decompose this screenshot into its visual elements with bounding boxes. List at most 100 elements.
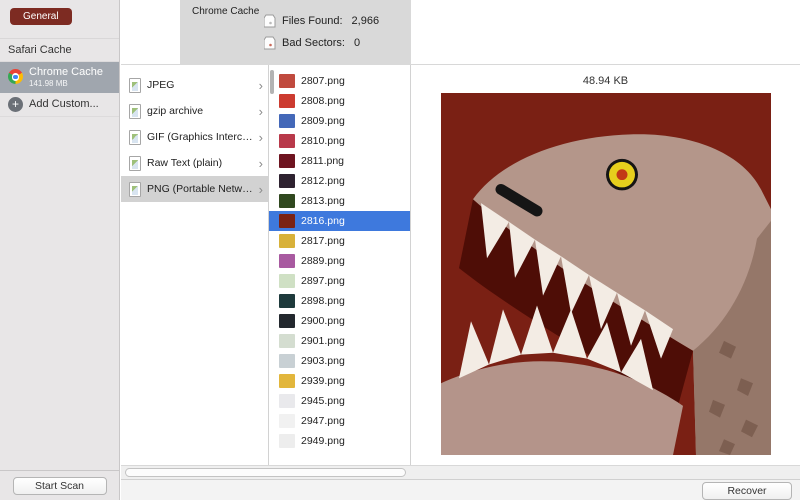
sidebar-item-label: Chrome Cache: [29, 66, 103, 79]
sidebar-item-safari-cache[interactable]: Safari Cache: [0, 39, 119, 62]
file-name: 2809.png: [301, 115, 345, 127]
preview-file-size: 48.94 KB: [411, 65, 800, 87]
start-scan-button[interactable]: Start Scan: [13, 477, 107, 495]
file-thumbnail: [279, 354, 295, 368]
filetype-gzip-archive[interactable]: gzip archive›: [121, 98, 268, 124]
file-row-2809-png[interactable]: 2809.png: [269, 111, 410, 131]
file-name: 2900.png: [301, 315, 345, 327]
file-name: 2889.png: [301, 255, 345, 267]
file-row-2945-png[interactable]: 2945.png: [269, 391, 410, 411]
sidebar-item-text: Safari Cache: [8, 44, 72, 57]
filetype-label: Raw Text (plain): [147, 157, 253, 169]
file-thumbnail: [279, 214, 295, 228]
bottom-bar: Recover: [121, 479, 800, 500]
file-type-icon: [129, 104, 141, 119]
file-column: 2807.png 2808.png 2809.png 2810.png 2811.png…: [269, 65, 411, 465]
file-row-2901-png[interactable]: 2901.png: [269, 331, 410, 351]
sidebar-item-add-custom[interactable]: + Add Custom...: [0, 93, 119, 117]
file-thumbnail: [279, 274, 295, 288]
filetype-column: JPEG›gzip archive›GIF (Graphics Intercha…: [121, 65, 269, 465]
file-row-2817-png[interactable]: 2817.png: [269, 231, 410, 251]
bad-sectors-stat: Bad Sectors: 0: [264, 32, 379, 54]
filetype-raw-text-plain[interactable]: Raw Text (plain) ›: [121, 150, 268, 176]
file-name: 2949.png: [301, 435, 345, 447]
file-name: 2811.png: [301, 155, 344, 167]
file-row-2810-png[interactable]: 2810.png: [269, 131, 410, 151]
scan-stats: Files Found: 2,966 Bad Sectors: 0: [264, 10, 379, 54]
main-content: Chrome Cache Files Found: 2,966 Bad Sect…: [121, 0, 800, 500]
file-row-2813-png[interactable]: 2813.png: [269, 191, 410, 211]
file-name: 2813.png: [301, 195, 345, 207]
horizontal-scrollbar[interactable]: [121, 465, 800, 479]
file-name: 2807.png: [301, 75, 345, 87]
file-row-2900-png[interactable]: 2900.png: [269, 311, 410, 331]
sidebar-item-size: 141.98 MB: [29, 79, 103, 88]
topbar: Chrome Cache Files Found: 2,966 Bad Sect…: [121, 0, 800, 65]
file-thumbnail: [279, 154, 295, 168]
file-type-icon: [129, 130, 141, 145]
file-thumbnail: [279, 434, 295, 448]
file-name: 2947.png: [301, 415, 345, 427]
file-type-icon: [129, 156, 141, 171]
file-list: 2807.png 2808.png 2809.png 2810.png 2811.png…: [269, 71, 410, 451]
file-thumbnail: [279, 294, 295, 308]
file-thumbnail: [279, 374, 295, 388]
bad-sectors-value: 0: [354, 37, 360, 49]
file-row-2807-png[interactable]: 2807.png: [269, 71, 410, 91]
sidebar-item-text: Chrome Cache141.98 MB: [29, 66, 103, 88]
filetype-png-portable-network-graphics[interactable]: PNG (Portable Network Graphics) ›: [121, 176, 268, 202]
file-row-2949-png[interactable]: 2949.png: [269, 431, 410, 451]
file-row-2903-png[interactable]: 2903.png: [269, 351, 410, 371]
sidebar-footer: Start Scan: [0, 470, 119, 500]
file-thumbnail: [279, 414, 295, 428]
filetype-label: GIF (Graphics Interchange Format): [147, 131, 253, 143]
file-thumbnail: [279, 94, 295, 108]
file-type-icon: [129, 182, 141, 197]
files-found-label: Files Found:: [282, 15, 343, 27]
preview-pane: 48.94 KB: [411, 65, 800, 465]
files-found-value: 2,966: [352, 15, 380, 27]
plus-icon: +: [8, 97, 23, 112]
sidebar-item-label: Safari Cache: [8, 44, 72, 57]
file-name: 2817.png: [301, 235, 345, 247]
file-name: 2816.png: [301, 215, 345, 227]
horizontal-scrollbar-thumb[interactable]: [125, 468, 406, 477]
file-thumbnail: [279, 394, 295, 408]
sidebar-item-chrome-cache[interactable]: Chrome Cache141.98 MB: [0, 62, 119, 93]
file-row-2808-png[interactable]: 2808.png: [269, 91, 410, 111]
filetype-label: PNG (Portable Network Graphics): [147, 183, 253, 195]
file-thumbnail: [279, 74, 295, 88]
tab-general[interactable]: General: [10, 8, 72, 25]
file-name: 2812.png: [301, 175, 345, 187]
chevron-right-icon: ›: [259, 157, 263, 170]
file-type-icon: [129, 78, 141, 93]
file-row-2939-png[interactable]: 2939.png: [269, 371, 410, 391]
file-thumbnail: [279, 134, 295, 148]
filetype-jpeg[interactable]: JPEG›: [121, 72, 268, 98]
chevron-right-icon: ›: [259, 105, 263, 118]
recover-button[interactable]: Recover: [702, 482, 792, 500]
file-name: 2898.png: [301, 295, 345, 307]
file-thumbnail: [279, 254, 295, 268]
file-row-2812-png[interactable]: 2812.png: [269, 171, 410, 191]
file-row-2816-png[interactable]: 2816.png: [269, 211, 410, 231]
chrome-icon: [8, 69, 23, 84]
sidebar-item-label: Add Custom...: [29, 98, 99, 111]
file-name: 2897.png: [301, 275, 345, 287]
chevron-right-icon: ›: [259, 183, 263, 196]
file-name: 2808.png: [301, 95, 345, 107]
scan-source-label: Chrome Cache: [192, 6, 254, 17]
file-name: 2810.png: [301, 135, 345, 147]
chevron-right-icon: ›: [259, 131, 263, 144]
file-thumbnail: [279, 314, 295, 328]
filetype-label: JPEG: [147, 79, 253, 91]
sidebar-item-text: Add Custom...: [29, 98, 99, 111]
file-row-2897-png[interactable]: 2897.png: [269, 271, 410, 291]
file-row-2811-png[interactable]: 2811.png: [269, 151, 410, 171]
file-row-2889-png[interactable]: 2889.png: [269, 251, 410, 271]
file-row-2947-png[interactable]: 2947.png: [269, 411, 410, 431]
file-row-2898-png[interactable]: 2898.png: [269, 291, 410, 311]
file-thumbnail: [279, 194, 295, 208]
filetype-gif-graphics-interchange-format[interactable]: GIF (Graphics Interchange Format) ›: [121, 124, 268, 150]
file-list-scrollbar[interactable]: [270, 70, 274, 94]
